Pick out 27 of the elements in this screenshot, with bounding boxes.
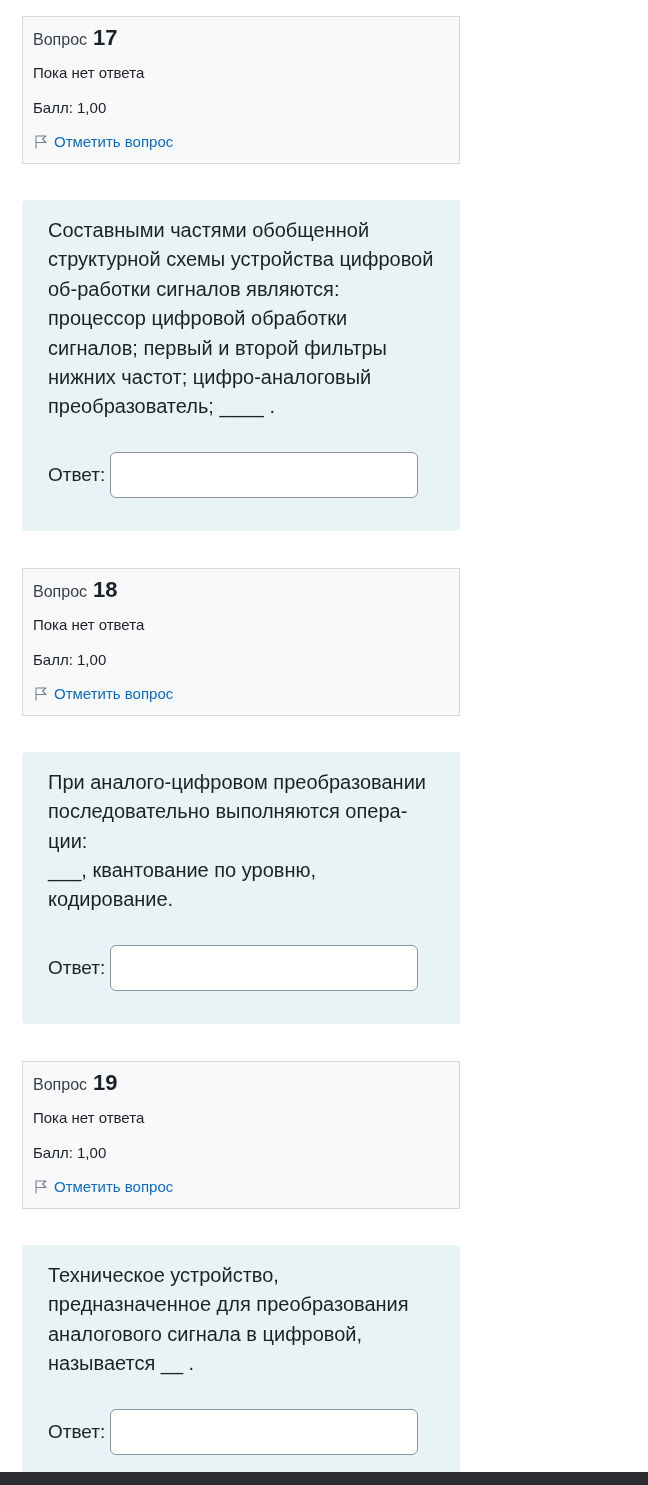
question-mark: Балл: 1,00 [33,1144,107,1160]
flag-question-link[interactable]: Отметить вопрос [54,134,174,150]
answer-field[interactable] [110,944,419,991]
flag-icon[interactable] [35,686,47,701]
question-label: Вопрос [33,30,88,49]
question-number: 18 [93,579,118,602]
answer-label: Ответ: [48,1422,106,1441]
answer-field[interactable] [110,451,419,498]
flag-question-link[interactable]: Отметить вопрос [54,686,174,702]
question-text: Составными частями обобщенной структурной схемы устройства цифровой об-работки сигналов являются: процессор цифровой обработки сигналов; первый и второй фильтры нижних частот; цифро-аналоговый преобразователь; ____ . [48,218,435,420]
question-text: При аналого-цифровом преобразовании последовательно выполняются опера-ции: ___, квантование по уровню, кодирование. [48,769,427,913]
question-mark: Балл: 1,00 [33,651,107,667]
answer-status: Пока нет ответа [33,1110,145,1126]
question-number: 19 [93,1072,118,1095]
flag-icon[interactable] [35,134,47,149]
flag-question-link[interactable]: Отметить вопрос [54,1179,174,1195]
answer-label: Ответ: [48,958,106,978]
question-number: 17 [93,27,118,50]
question-text: Техническое устройство, предназначенное для преобразования аналогового сигнала в цифровой, называется __ . [48,1262,410,1377]
answer-status: Пока нет ответа [33,65,145,81]
answer-field[interactable] [110,1408,419,1455]
question-label: Вопрос [33,1075,88,1094]
answer-status: Пока нет ответа [33,617,145,633]
question-label: Вопрос [33,582,88,601]
flag-icon[interactable] [35,1179,47,1194]
question-mark: Балл: 1,00 [33,99,107,115]
answer-label: Ответ: [48,465,106,485]
